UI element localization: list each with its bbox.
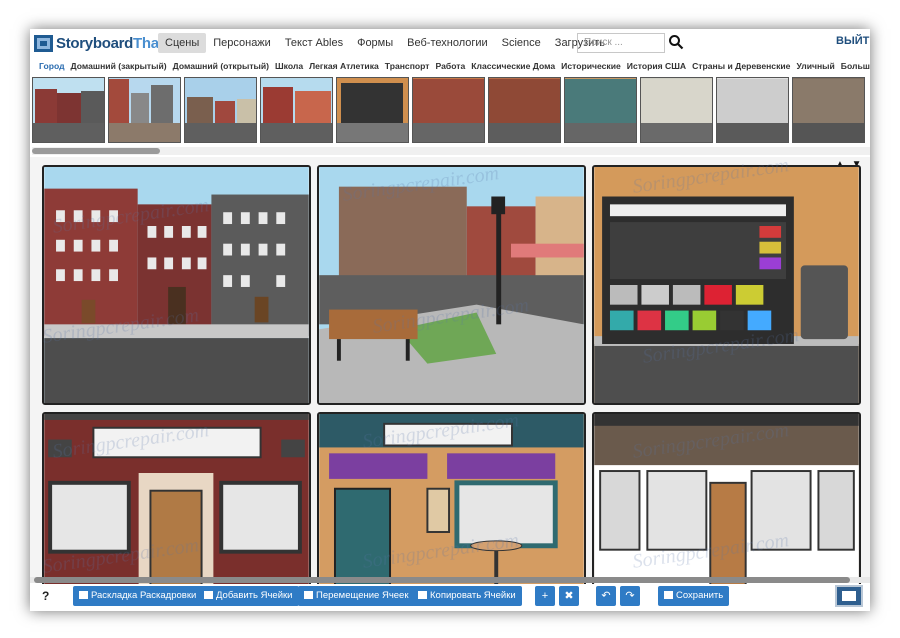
scene-thumbnail[interactable] bbox=[488, 77, 561, 143]
category-street[interactable]: Уличный bbox=[793, 61, 837, 71]
category-city[interactable]: Город bbox=[36, 61, 68, 71]
street-bench-scene bbox=[319, 167, 584, 403]
nav-item-web-tech[interactable]: Веб-технологии bbox=[400, 33, 495, 53]
nav-item-scenes[interactable]: Сцены bbox=[158, 33, 207, 53]
category-more-dropdown[interactable]: Больше bbox=[838, 61, 870, 71]
city-buildings-scene bbox=[44, 167, 309, 403]
storyboardthat-logo[interactable]: StoryboardThat bbox=[34, 33, 164, 53]
fit-screen-icon[interactable]: ✖ bbox=[559, 586, 579, 606]
nav-item-shapes[interactable]: Формы bbox=[350, 33, 400, 53]
logo-text: StoryboardThat bbox=[56, 34, 164, 52]
nav-item-science[interactable]: Science bbox=[495, 33, 548, 53]
help-button[interactable]: ? bbox=[42, 589, 49, 603]
bottom-toolbar: ? Раскладка Раскадровки Добавить Ячейки … bbox=[30, 584, 870, 611]
move-icon bbox=[304, 591, 313, 599]
scene-thumbnail[interactable] bbox=[716, 77, 789, 143]
nav-item-textables[interactable]: Текст Ables bbox=[278, 33, 350, 53]
scene-category-bar: Город Домашний (закрытый) Домашний (откр… bbox=[30, 57, 870, 74]
logout-link[interactable]: ВЫЙТИ bbox=[836, 35, 870, 47]
category-home-outdoor[interactable]: Домашний (открытый) bbox=[170, 61, 272, 71]
scene-thumbnail[interactable] bbox=[412, 77, 485, 143]
scene-thumbnail[interactable] bbox=[564, 77, 637, 143]
category-historical[interactable]: Исторические bbox=[558, 61, 624, 71]
scene-thumbnail[interactable] bbox=[792, 77, 865, 143]
logo-icon bbox=[34, 34, 53, 52]
category-us-history[interactable]: История США bbox=[624, 61, 689, 71]
copy-icon bbox=[418, 591, 427, 599]
category-home-indoor[interactable]: Домашний (закрытый) bbox=[68, 61, 170, 71]
add-cells-icon bbox=[204, 591, 213, 599]
nav-item-characters[interactable]: Персонажи bbox=[206, 33, 278, 53]
search-input[interactable]: Поиск ... bbox=[577, 33, 665, 53]
scene-thumbnail[interactable] bbox=[108, 77, 181, 143]
view-mode-icon[interactable] bbox=[835, 585, 863, 607]
save-icon bbox=[664, 591, 673, 599]
thumbnail-scrollbar[interactable] bbox=[32, 147, 870, 155]
category-classic-homes[interactable]: Классические Дома bbox=[468, 61, 558, 71]
newsstand-scene bbox=[594, 167, 859, 403]
storyboard-cells: Soringpcrepair.com Soringpcrepair.com So… bbox=[41, 154, 862, 611]
storyboard-cell[interactable] bbox=[317, 165, 586, 405]
scene-thumbnail[interactable] bbox=[640, 77, 713, 143]
scene-thumbnail[interactable] bbox=[32, 77, 105, 143]
storyboard-cell[interactable] bbox=[592, 165, 861, 405]
nav-menu: Сцены Персонажи Текст Ables Формы Веб-те… bbox=[158, 33, 612, 53]
move-cells-button[interactable]: Перемещение Ячеек bbox=[298, 586, 415, 606]
undo-icon[interactable]: ↶ bbox=[596, 586, 616, 606]
add-icon[interactable]: + bbox=[535, 586, 555, 606]
add-cells-button[interactable]: Добавить Ячейки bbox=[198, 586, 299, 606]
category-athletics[interactable]: Легкая Атлетика bbox=[306, 61, 382, 71]
save-button[interactable]: Сохранить bbox=[658, 586, 730, 606]
category-countries-rural[interactable]: Страны и Деревенские bbox=[689, 61, 793, 71]
scene-thumbnail-strip bbox=[32, 77, 870, 145]
canvas-scrollbar-thumb[interactable] bbox=[34, 577, 850, 583]
copy-cells-button[interactable]: Копировать Ячейки bbox=[412, 586, 522, 606]
storyboard-cell[interactable] bbox=[42, 165, 311, 405]
scene-thumbnail[interactable] bbox=[336, 77, 409, 143]
storyboard-canvas: ▲ ▼ bbox=[30, 154, 870, 611]
canvas-scrollbar[interactable] bbox=[30, 577, 870, 583]
category-transport[interactable]: Транспорт bbox=[382, 61, 433, 71]
category-work[interactable]: Работа bbox=[433, 61, 469, 71]
scene-thumbnail[interactable] bbox=[184, 77, 257, 143]
layout-button[interactable]: Раскладка Раскадровки bbox=[73, 586, 203, 606]
scene-thumbnail[interactable] bbox=[260, 77, 333, 143]
layout-icon bbox=[79, 591, 88, 599]
redo-icon[interactable]: ↷ bbox=[620, 586, 640, 606]
category-school[interactable]: Школа bbox=[272, 61, 306, 71]
thumbnail-scrollbar-thumb[interactable] bbox=[32, 148, 160, 154]
top-nav: StoryboardThat Сцены Персонажи Текст Abl… bbox=[30, 29, 870, 56]
search-icon[interactable] bbox=[668, 34, 684, 50]
app-window: StoryboardThat Сцены Персонажи Текст Abl… bbox=[30, 29, 870, 611]
